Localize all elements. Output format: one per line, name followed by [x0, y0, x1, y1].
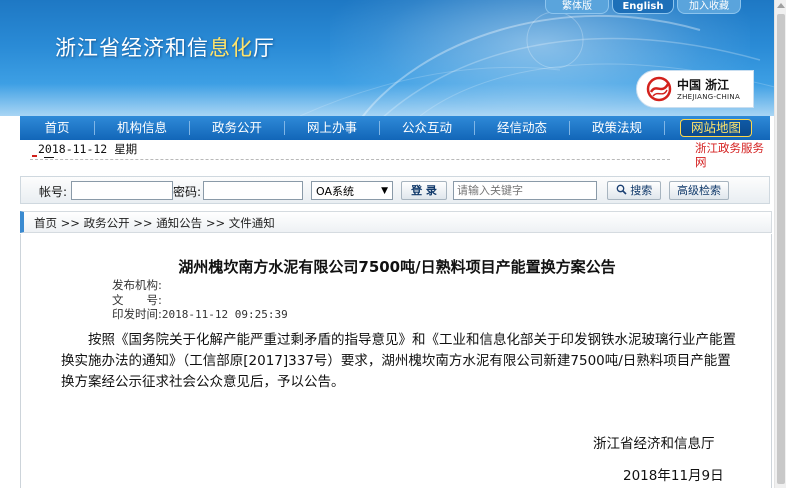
dashed-divider — [30, 159, 670, 160]
nav-item-org-info[interactable]: 机构信息 — [95, 116, 189, 140]
nav-item-home[interactable]: 首页 — [20, 116, 94, 140]
date-underline — [44, 157, 54, 158]
main-nav: 首页 机构信息 政务公开 网上办事 公众互动 经信动态 政策法规 网站地图 — [20, 116, 770, 140]
search-button-label: 搜索 — [630, 184, 653, 197]
doc-number-label: 文 号: — [112, 293, 162, 307]
site-header: 浙江省经济和信息化厅 繁体版 English 加入收藏 中国 浙江 ZHEJIA… — [0, 0, 786, 116]
signature-date: 2018年11月9日 — [623, 468, 724, 484]
search-button[interactable]: 搜索 — [607, 181, 661, 200]
breadcrumb-notices[interactable]: 通知公告 — [156, 216, 202, 230]
date-marker-icon — [32, 155, 37, 157]
english-link[interactable]: English — [612, 0, 674, 14]
search-input[interactable] — [453, 181, 597, 200]
print-time-row: 印发时间:2018-11-12 09:25:39 — [112, 306, 288, 322]
site-title-main: 浙江省经济和信 — [55, 36, 209, 60]
print-time-value: 2018-11-12 09:25:39 — [161, 308, 288, 321]
login-search-bar: 帐号: 密码: OA系统 ▼ 登 录 搜索 高级检索 — [20, 176, 770, 204]
zhejiang-china-logo[interactable]: 中国 浙江 ZHEJIANG-CHINA — [636, 70, 754, 108]
breadcrumb-separator: >> — [205, 216, 226, 230]
nav-item-gov-affairs[interactable]: 政务公开 — [190, 116, 284, 140]
breadcrumb-separator: >> — [60, 216, 80, 230]
nav-item-news[interactable]: 经信动态 — [475, 116, 569, 140]
breadcrumb-file-notices[interactable]: 文件通知 — [229, 216, 275, 230]
breadcrumb-home[interactable]: 首页 — [34, 216, 57, 230]
breadcrumb-separator: >> — [133, 216, 153, 230]
scrollbar-thumb[interactable] — [777, 14, 785, 484]
nav-item-public-interaction[interactable]: 公众互动 — [380, 116, 474, 140]
weekday-label: 星期 — [114, 142, 138, 156]
nav-item-online-services[interactable]: 网上办事 — [285, 116, 379, 140]
nav-item-sitemap[interactable]: 网站地图 — [665, 116, 767, 140]
vertical-scrollbar[interactable] — [774, 0, 786, 488]
publisher-label: 发布机构: — [112, 278, 162, 292]
logo-english-text: ZHEJIANG-CHINA — [677, 93, 741, 101]
advanced-search-button[interactable]: 高级检索 — [669, 181, 729, 200]
scroll-up-arrow-icon[interactable] — [777, 3, 785, 8]
date-value: 2018-11-12 — [38, 142, 108, 156]
add-favorite-link[interactable]: 加入收藏 — [677, 0, 741, 14]
logo-chinese-text: 中国 浙江 — [677, 78, 730, 92]
nav-item-policies[interactable]: 政策法规 — [570, 116, 664, 140]
site-title-end: 厅 — [253, 36, 275, 60]
site-title[interactable]: 浙江省经济和信息化厅 — [55, 32, 275, 62]
breadcrumb: 首页 >> 政务公开 >> 通知公告 >> 文件通知 — [20, 211, 772, 233]
password-label: 密码: — [173, 185, 202, 199]
zhejiang-logo-icon — [646, 76, 672, 102]
signature-organization: 浙江省经济和信息厅 — [593, 436, 715, 452]
article-panel: 湖州槐坎南方水泥有限公司7500吨/日熟料项目产能置换方案公告 发布机构: 文 … — [20, 234, 772, 488]
chevron-down-icon: ▼ — [381, 185, 388, 196]
top-links: 繁体版 English 加入收藏 — [545, 0, 744, 14]
article-body: 按照《国务院关于化解产能严重过剩矛盾的指导意见》和《工业和信息化部关于印发钢铁水… — [61, 332, 736, 390]
login-button[interactable]: 登 录 — [401, 181, 447, 200]
current-date: 2018-11-12 星期 — [38, 141, 137, 157]
site-title-accent: 息化 — [209, 36, 253, 60]
publisher-row: 发布机构: — [112, 277, 162, 293]
date-row: 2018-11-12 星期 浙江政务服务网 — [20, 140, 770, 172]
system-select[interactable]: OA系统 ▼ — [311, 181, 393, 200]
password-input[interactable] — [203, 181, 303, 200]
print-time-label: 印发时间: — [112, 307, 162, 321]
zhejiang-gov-service-link[interactable]: 浙江政务服务网 — [695, 141, 770, 169]
account-label: 帐号: — [39, 185, 68, 199]
article-title: 湖州槐坎南方水泥有限公司7500吨/日熟料项目产能置换方案公告 — [178, 258, 616, 276]
nav-item-sitemap-label: 网站地图 — [679, 119, 752, 137]
breadcrumb-gov-affairs[interactable]: 政务公开 — [84, 216, 130, 230]
search-icon — [616, 184, 627, 195]
traditional-chinese-link[interactable]: 繁体版 — [545, 0, 609, 14]
account-input[interactable] — [71, 181, 173, 200]
system-select-value: OA系统 — [316, 184, 354, 198]
